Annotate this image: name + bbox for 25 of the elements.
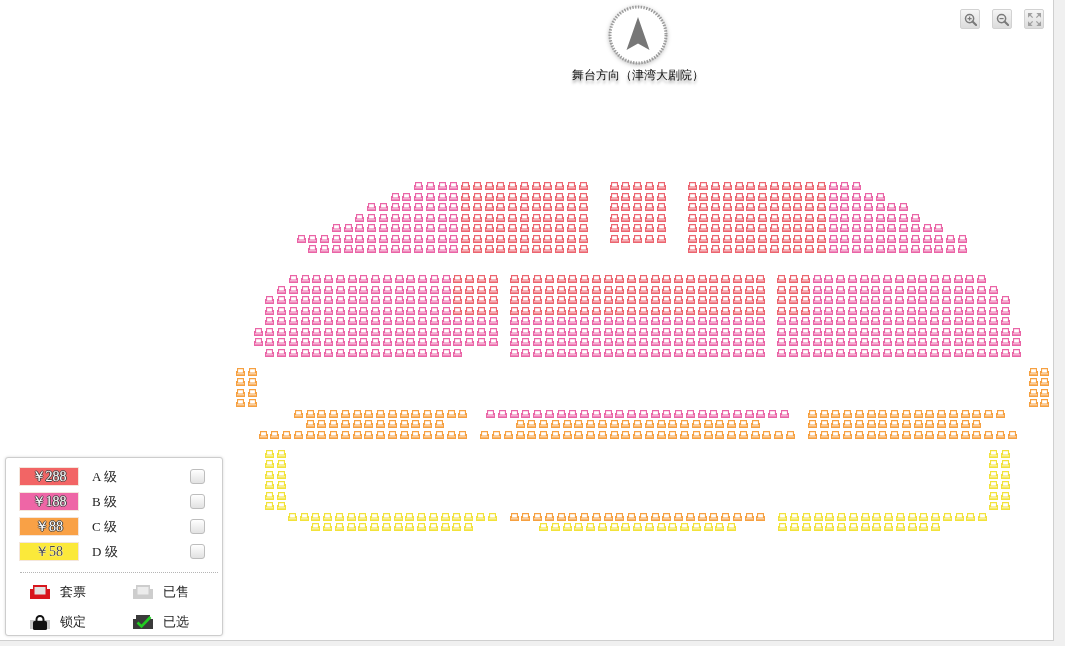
grade-label: B 级 [92,492,118,511]
zoom-out-icon [995,12,1009,26]
price-tag: ￥188 [20,493,78,510]
price-tag: ￥58 [20,543,78,560]
grade-label: D 级 [92,542,119,561]
status-label: 套票 [60,583,86,601]
zoom-out-button[interactable] [992,9,1012,29]
fullscreen-button[interactable] [1024,9,1044,29]
grade-label: C 级 [92,517,118,536]
seat-check-icon [133,614,153,630]
price-tag: ￥88 [20,518,78,535]
stage-label: 舞台方向（津湾大剧院） [571,68,704,83]
status-label: 已选 [163,613,189,631]
checkbox[interactable] [190,544,205,559]
checkbox[interactable] [190,494,205,509]
checkbox[interactable] [190,519,205,534]
zoom-in-button[interactable] [960,9,980,29]
zoom-in-icon [963,12,977,26]
price-tag: ￥288 [20,468,78,485]
fullscreen-icon [1027,12,1041,26]
padlock-icon [30,614,50,630]
status-label: 已售 [163,583,189,601]
checkbox[interactable] [190,469,205,484]
grade-label: A 级 [92,467,118,486]
status-label: 锁定 [60,613,86,631]
